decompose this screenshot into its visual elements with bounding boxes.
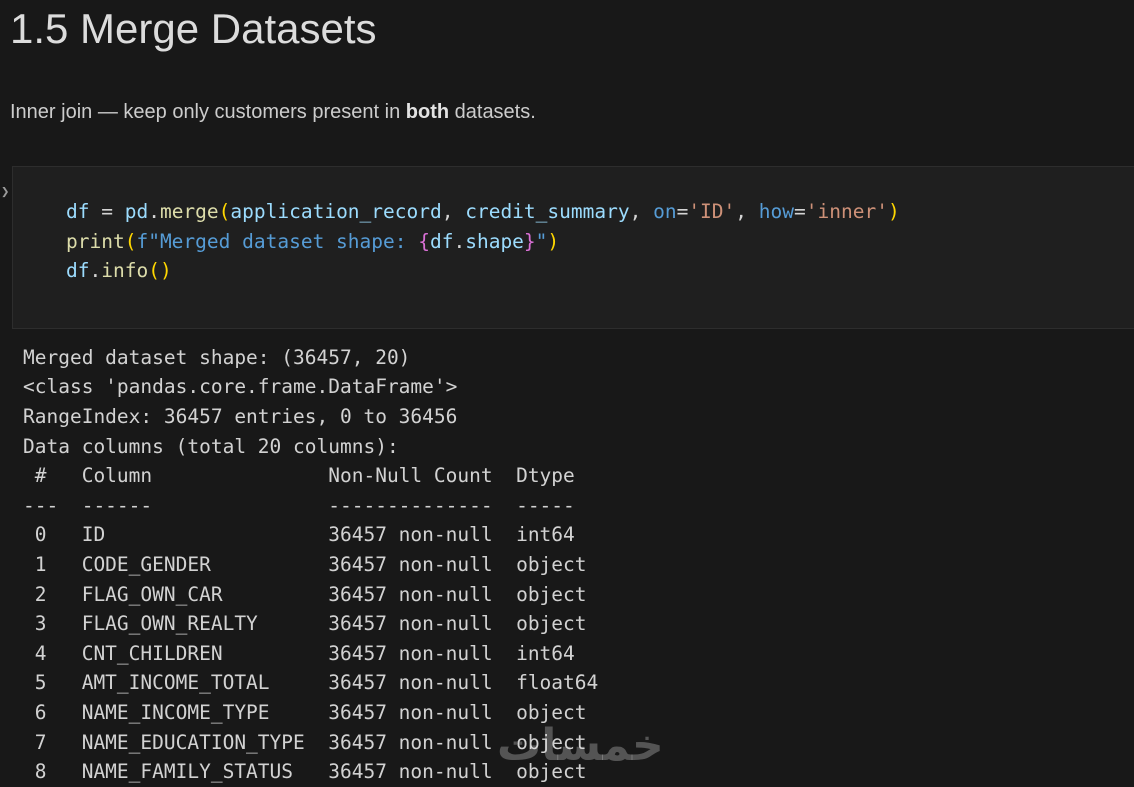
- code-token: df: [66, 200, 89, 223]
- output-line: 8 NAME_FAMILY_STATUS 36457 non-null obje…: [23, 757, 1134, 787]
- output-line: Data columns (total 20 columns):: [23, 432, 1134, 462]
- subtitle: Inner join — keep only customers present…: [10, 100, 1134, 124]
- output-line: # Column Non-Null Count Dtype: [23, 461, 1134, 491]
- code-token: 'inner': [806, 200, 888, 223]
- output-line: 2 FLAG_OWN_CAR 36457 non-null object: [23, 580, 1134, 610]
- subtitle-text-after: datasets.: [449, 101, 536, 123]
- output-line: 3 FLAG_OWN_REALTY 36457 non-null object: [23, 609, 1134, 639]
- output-line: 0 ID 36457 non-null int64: [23, 520, 1134, 550]
- code-token: (: [125, 230, 137, 253]
- code-token: shape: [465, 230, 524, 253]
- code-token: (: [219, 200, 231, 223]
- subtitle-bold-word: both: [406, 101, 449, 123]
- code-token: print: [66, 230, 125, 253]
- code-token: .: [453, 230, 465, 253]
- code-token: info: [101, 259, 148, 282]
- code-token: ,: [735, 200, 758, 223]
- code-token: =: [677, 200, 689, 223]
- output-line: 5 AMT_INCOME_TOTAL 36457 non-null float6…: [23, 668, 1134, 698]
- cell-output: Merged dataset shape: (36457, 20)<class …: [23, 343, 1134, 787]
- code-token: ): [160, 259, 172, 282]
- code-token: pd: [125, 200, 148, 223]
- code-token: merge: [160, 200, 219, 223]
- code-token: how: [759, 200, 794, 223]
- code-token: "Merged dataset shape:: [148, 230, 418, 253]
- output-line: 6 NAME_INCOME_TYPE 36457 non-null object: [23, 698, 1134, 728]
- code-token: f: [136, 230, 148, 253]
- code-token: ): [547, 230, 559, 253]
- code-token: df: [430, 230, 453, 253]
- code-token: ": [536, 230, 548, 253]
- code-token: on: [653, 200, 676, 223]
- code-line[interactable]: df.info(): [66, 256, 1114, 286]
- output-line: 4 CNT_CHILDREN 36457 non-null int64: [23, 639, 1134, 669]
- code-line[interactable]: df = pd.merge(application_record, credit…: [66, 197, 1114, 227]
- code-token: =: [89, 200, 124, 223]
- code-token: }: [524, 230, 536, 253]
- output-line: --- ------ -------------- -----: [23, 491, 1134, 521]
- code-token: ): [888, 200, 900, 223]
- output-line: 7 NAME_EDUCATION_TYPE 36457 non-null obj…: [23, 728, 1134, 758]
- output-line: <class 'pandas.core.frame.DataFrame'>: [23, 372, 1134, 402]
- output-line: Merged dataset shape: (36457, 20): [23, 343, 1134, 373]
- code-token: .: [89, 259, 101, 282]
- code-token: df: [66, 259, 89, 282]
- code-lines: df = pd.merge(application_record, credit…: [66, 197, 1114, 286]
- subtitle-text-before: Inner join — keep only customers present…: [10, 101, 406, 123]
- code-token: =: [794, 200, 806, 223]
- code-token: 'ID': [688, 200, 735, 223]
- code-token: .: [148, 200, 160, 223]
- code-cell[interactable]: df = pd.merge(application_record, credit…: [12, 166, 1134, 329]
- output-line: RangeIndex: 36457 entries, 0 to 36456: [23, 402, 1134, 432]
- output-line: 1 CODE_GENDER 36457 non-null object: [23, 550, 1134, 580]
- code-token: {: [418, 230, 430, 253]
- code-token: ,: [442, 200, 465, 223]
- code-line[interactable]: print(f"Merged dataset shape: {df.shape}…: [66, 227, 1114, 257]
- code-token: (: [148, 259, 160, 282]
- code-token: application_record: [230, 200, 441, 223]
- cell-collapse-icon[interactable]: ❯: [1, 184, 9, 200]
- code-token: ,: [630, 200, 653, 223]
- page-title: 1.5 Merge Datasets: [0, 0, 1134, 54]
- code-token: credit_summary: [465, 200, 629, 223]
